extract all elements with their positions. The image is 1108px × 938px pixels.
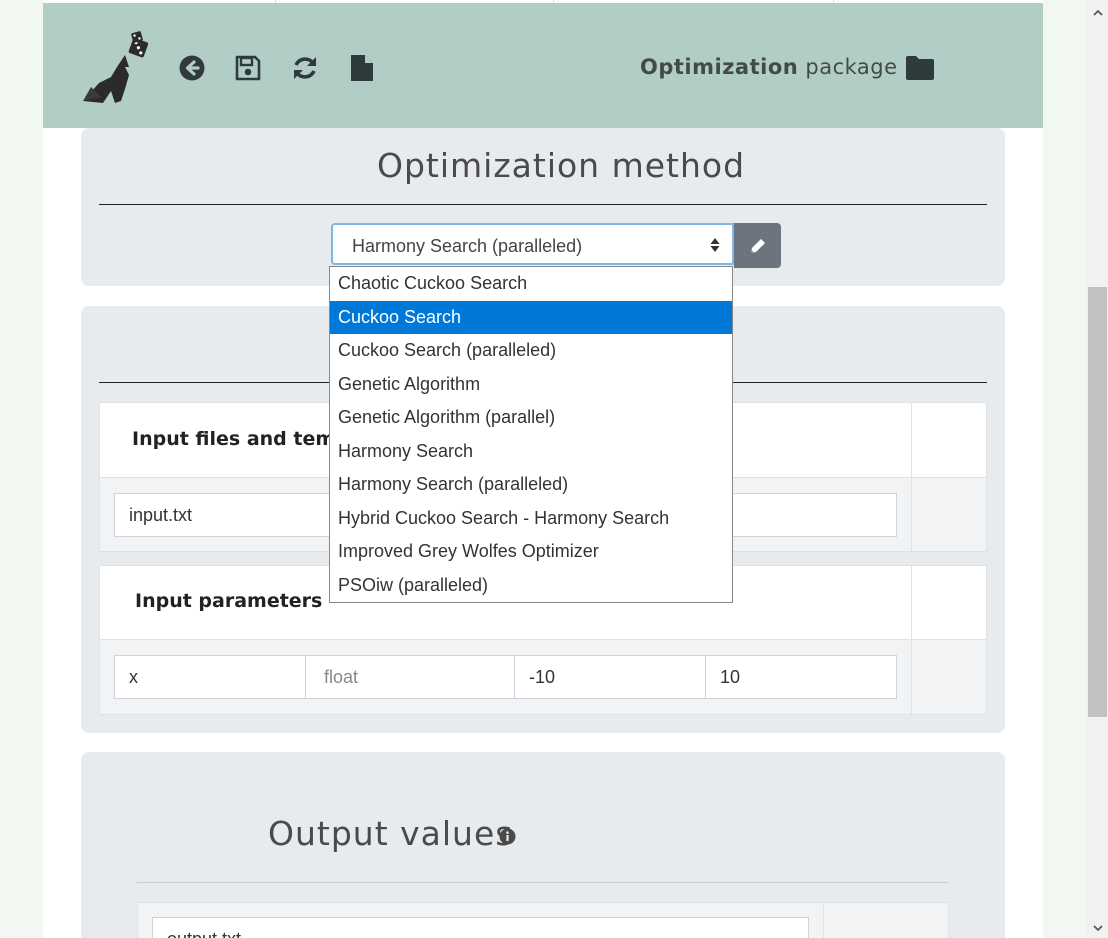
dropdown-option[interactable]: Harmony Search — [330, 435, 732, 469]
dropdown-option-highlighted[interactable]: Cuckoo Search — [330, 300, 732, 334]
info-icon[interactable] — [499, 828, 516, 845]
param-name-field[interactable]: x — [114, 655, 306, 699]
page: Optimization package Optimization method… — [43, 0, 1043, 938]
pencil-icon — [750, 238, 765, 253]
refresh-icon[interactable] — [287, 50, 323, 86]
method-select-value: Harmony Search (paralleled) — [352, 236, 583, 256]
folder-icon[interactable] — [905, 55, 935, 81]
save-icon[interactable] — [230, 50, 266, 86]
scroll-up-arrow-icon[interactable] — [1087, 2, 1108, 23]
param-max-field[interactable]: 10 — [705, 655, 897, 699]
edit-method-button[interactable] — [734, 223, 781, 268]
input-files-row-divider — [911, 477, 912, 552]
package-title-bold: Optimization — [640, 55, 799, 79]
dropdown-option[interactable]: Hybrid Cuckoo Search - Harmony Search — [330, 502, 732, 536]
file-icon[interactable] — [344, 50, 380, 86]
method-divider — [99, 204, 987, 205]
output-card-title: Output values — [268, 814, 514, 853]
input-params-header-divider — [911, 565, 912, 640]
dropdown-option[interactable]: Cuckoo Search (paralleled) — [330, 334, 732, 368]
param-row-divider — [911, 639, 912, 715]
dropdown-option[interactable]: Genetic Algorithm (parallel) — [330, 401, 732, 435]
scroll-thumb[interactable] — [1088, 287, 1107, 717]
output-row-divider — [823, 902, 824, 938]
dropdown-option[interactable]: Harmony Search (paralleled) — [330, 468, 732, 502]
input-files-label: Input files and tem — [132, 428, 336, 450]
back-arrow-icon[interactable] — [174, 50, 210, 86]
logo-icon — [83, 31, 149, 103]
param-min-field[interactable]: -10 — [514, 655, 706, 699]
method-dropdown-list: Chaotic Cuckoo Search Cuckoo Search Cuck… — [329, 266, 733, 603]
param-type-field[interactable]: float — [305, 655, 515, 699]
input-params-label: Input parameters — [135, 590, 323, 612]
method-card-title: Optimization method — [377, 146, 746, 185]
scroll-down-arrow-icon[interactable] — [1087, 917, 1108, 938]
package-title-rest: package — [798, 55, 898, 79]
dropdown-option[interactable]: Chaotic Cuckoo Search — [330, 267, 732, 301]
page-scrollbar[interactable] — [1087, 0, 1108, 938]
method-select[interactable]: Harmony Search (paralleled) — [331, 223, 734, 265]
header-bar: Optimization package — [43, 3, 1043, 128]
output-file-field[interactable]: output.txt — [152, 917, 809, 938]
input-files-header-divider — [911, 402, 912, 478]
package-title: Optimization package — [640, 55, 898, 79]
output-divider — [137, 882, 949, 883]
dropdown-option[interactable]: Improved Grey Wolfes Optimizer — [330, 535, 732, 569]
dropdown-option[interactable]: PSOiw (paralleled) — [330, 569, 732, 603]
select-caret-icon — [710, 238, 720, 252]
dropdown-option[interactable]: Genetic Algorithm — [330, 368, 732, 402]
